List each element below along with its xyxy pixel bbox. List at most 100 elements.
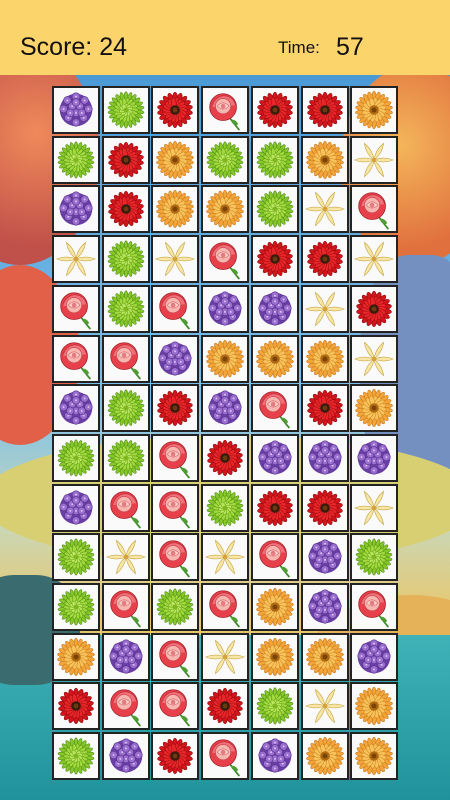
tile-rose[interactable] xyxy=(151,682,199,730)
tile-chrysanthemum[interactable] xyxy=(102,384,150,432)
tile-rose[interactable] xyxy=(151,484,199,532)
tile-rose[interactable] xyxy=(151,285,199,333)
tile-lily[interactable] xyxy=(301,285,349,333)
tile-gerbera[interactable] xyxy=(201,682,249,730)
tile-sunflower[interactable] xyxy=(301,732,349,780)
tile-chrysanthemum[interactable] xyxy=(52,136,100,184)
tile-sunflower[interactable] xyxy=(52,633,100,681)
tile-chrysanthemum[interactable] xyxy=(201,484,249,532)
tile-gerbera[interactable] xyxy=(251,235,299,283)
tile-hydrangea[interactable] xyxy=(52,185,100,233)
tile-gerbera[interactable] xyxy=(251,484,299,532)
tile-lily[interactable] xyxy=(52,235,100,283)
tile-sunflower[interactable] xyxy=(251,633,299,681)
tile-rose[interactable] xyxy=(102,583,150,631)
tile-hydrangea[interactable] xyxy=(301,533,349,581)
tile-gerbera[interactable] xyxy=(301,384,349,432)
tile-hydrangea[interactable] xyxy=(251,434,299,482)
tile-rose[interactable] xyxy=(201,86,249,134)
tile-sunflower[interactable] xyxy=(151,136,199,184)
tile-chrysanthemum[interactable] xyxy=(52,583,100,631)
tile-sunflower[interactable] xyxy=(350,682,398,730)
tile-gerbera[interactable] xyxy=(151,86,199,134)
tile-gerbera[interactable] xyxy=(301,484,349,532)
tile-hydrangea[interactable] xyxy=(350,633,398,681)
tile-chrysanthemum[interactable] xyxy=(201,136,249,184)
tile-sunflower[interactable] xyxy=(301,335,349,383)
tile-sunflower[interactable] xyxy=(350,384,398,432)
tile-chrysanthemum[interactable] xyxy=(52,732,100,780)
tile-rose[interactable] xyxy=(52,335,100,383)
tile-chrysanthemum[interactable] xyxy=(102,285,150,333)
tile-sunflower[interactable] xyxy=(301,136,349,184)
tile-rose[interactable] xyxy=(52,285,100,333)
tile-gerbera[interactable] xyxy=(151,384,199,432)
tile-lily[interactable] xyxy=(201,633,249,681)
tile-sunflower[interactable] xyxy=(201,335,249,383)
tile-rose[interactable] xyxy=(251,533,299,581)
tile-gerbera[interactable] xyxy=(251,86,299,134)
tile-hydrangea[interactable] xyxy=(301,583,349,631)
tile-hydrangea[interactable] xyxy=(251,285,299,333)
tile-hydrangea[interactable] xyxy=(102,633,150,681)
tile-chrysanthemum[interactable] xyxy=(102,235,150,283)
tile-rose[interactable] xyxy=(102,682,150,730)
gerbera-icon xyxy=(108,142,144,178)
tile-lily[interactable] xyxy=(350,235,398,283)
tile-chrysanthemum[interactable] xyxy=(151,583,199,631)
tile-lily[interactable] xyxy=(350,136,398,184)
tile-sunflower[interactable] xyxy=(350,86,398,134)
tile-hydrangea[interactable] xyxy=(201,384,249,432)
tile-rose[interactable] xyxy=(151,633,199,681)
tile-hydrangea[interactable] xyxy=(102,732,150,780)
tile-hydrangea[interactable] xyxy=(301,434,349,482)
tile-gerbera[interactable] xyxy=(52,682,100,730)
tile-gerbera[interactable] xyxy=(301,235,349,283)
tile-rose[interactable] xyxy=(102,335,150,383)
tile-chrysanthemum[interactable] xyxy=(52,434,100,482)
tile-lily[interactable] xyxy=(350,335,398,383)
tile-rose[interactable] xyxy=(151,533,199,581)
chrysanthemum-icon xyxy=(107,290,145,328)
tile-sunflower[interactable] xyxy=(251,583,299,631)
tile-lily[interactable] xyxy=(301,682,349,730)
tile-gerbera[interactable] xyxy=(151,732,199,780)
tile-hydrangea[interactable] xyxy=(350,434,398,482)
tile-hydrangea[interactable] xyxy=(201,285,249,333)
tile-lily[interactable] xyxy=(151,235,199,283)
tile-lily[interactable] xyxy=(350,484,398,532)
tile-rose[interactable] xyxy=(201,583,249,631)
tile-chrysanthemum[interactable] xyxy=(52,533,100,581)
tile-rose[interactable] xyxy=(350,583,398,631)
tile-hydrangea[interactable] xyxy=(251,732,299,780)
tile-gerbera[interactable] xyxy=(201,434,249,482)
tile-chrysanthemum[interactable] xyxy=(102,434,150,482)
tile-rose[interactable] xyxy=(151,434,199,482)
tile-sunflower[interactable] xyxy=(251,335,299,383)
tile-lily[interactable] xyxy=(102,533,150,581)
tile-rose[interactable] xyxy=(201,732,249,780)
tile-gerbera[interactable] xyxy=(301,86,349,134)
tile-rose[interactable] xyxy=(102,484,150,532)
tile-gerbera[interactable] xyxy=(102,136,150,184)
tile-hydrangea[interactable] xyxy=(52,384,100,432)
tile-sunflower[interactable] xyxy=(201,185,249,233)
tile-hydrangea[interactable] xyxy=(52,86,100,134)
tile-chrysanthemum[interactable] xyxy=(350,533,398,581)
tile-rose[interactable] xyxy=(251,384,299,432)
tile-chrysanthemum[interactable] xyxy=(251,682,299,730)
tile-sunflower[interactable] xyxy=(301,633,349,681)
tile-sunflower[interactable] xyxy=(151,185,199,233)
tile-hydrangea[interactable] xyxy=(52,484,100,532)
tile-rose[interactable] xyxy=(350,185,398,233)
tile-chrysanthemum[interactable] xyxy=(251,185,299,233)
tile-chrysanthemum[interactable] xyxy=(102,86,150,134)
tile-lily[interactable] xyxy=(201,533,249,581)
tile-sunflower[interactable] xyxy=(350,732,398,780)
tile-hydrangea[interactable] xyxy=(151,335,199,383)
tile-lily[interactable] xyxy=(301,185,349,233)
tile-gerbera[interactable] xyxy=(102,185,150,233)
tile-rose[interactable] xyxy=(201,235,249,283)
tile-chrysanthemum[interactable] xyxy=(251,136,299,184)
tile-gerbera[interactable] xyxy=(350,285,398,333)
